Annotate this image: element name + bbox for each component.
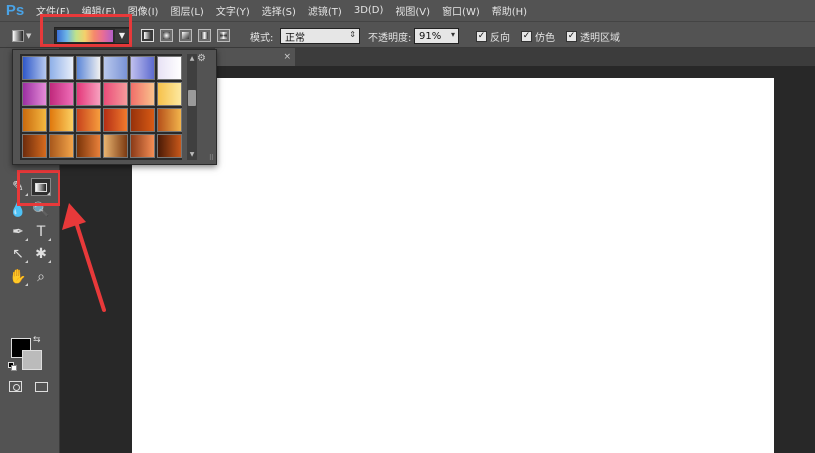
mode-label: 模式: [250,33,274,44]
gradient-preset-swatch[interactable] [157,82,182,106]
gradient-preset-swatch[interactable] [49,82,74,106]
menu-3d[interactable]: 3D(D) [348,5,390,16]
reverse-checkbox[interactable]: ✓ 反向 [476,29,510,44]
gradient-preset-swatch[interactable] [130,56,155,80]
transparency-label: 透明区域 [580,33,620,44]
opacity-label: 不透明度: [368,33,412,44]
gradient-preset-swatch[interactable] [130,82,155,106]
gradient-preset-swatch[interactable] [76,56,101,80]
gradient-preset-swatch[interactable] [49,134,74,158]
diamond-gradient-button[interactable] [217,29,230,42]
close-icon[interactable]: × [283,48,291,66]
zoom-tool[interactable]: ⌕ [31,268,51,286]
type-tool[interactable]: T [31,223,51,241]
gradient-preset-swatch[interactable] [22,108,47,132]
gear-icon[interactable]: ⚙ [197,53,206,64]
menu-window[interactable]: 窗口(W) [436,3,486,18]
gradient-preset-swatch[interactable] [130,134,155,158]
gradient-preset-swatch[interactable] [103,82,128,106]
document-canvas[interactable] [132,78,774,453]
highlight-box-tool [17,170,61,206]
gradient-preset-swatch[interactable] [22,56,47,80]
menu-view[interactable]: 视图(V) [389,3,436,18]
picker-scrollbar[interactable]: ▲ ▼ [187,54,197,160]
reflected-gradient-button[interactable] [198,29,211,42]
gradient-preset-swatch[interactable] [76,82,101,106]
gradient-preset-swatch[interactable] [130,108,155,132]
document-tab[interactable]: × [215,48,295,66]
angle-gradient-button[interactable] [179,29,192,42]
reverse-label: 反向 [490,33,510,44]
check-icon[interactable]: ✓ [566,31,577,42]
gradient-preset-swatch[interactable] [49,56,74,80]
resize-grip-icon[interactable]: ⠿ [209,154,214,162]
scroll-down-icon[interactable]: ▼ [187,150,197,160]
mode-value: 正常 [285,32,305,44]
transparency-checkbox[interactable]: ✓ 透明区域 [566,29,620,44]
shape-tool[interactable]: ✱ [31,245,51,263]
chevron-updown-icon: ⇕ [349,30,356,39]
tool-preset-picker[interactable]: ▼ [12,27,38,44]
gradient-preset-swatch[interactable] [76,134,101,158]
gradient-preset-swatch[interactable] [157,108,182,132]
menu-layer[interactable]: 图层(L) [164,3,209,18]
gradient-preset-swatch[interactable] [76,108,101,132]
default-colors-icon[interactable] [8,362,17,371]
screen-mode-icon[interactable] [35,382,48,392]
opacity-input[interactable]: 91% ▾ [414,28,459,44]
gradient-preset-swatch[interactable] [103,134,128,158]
menu-select[interactable]: 选择(S) [256,3,302,18]
scroll-thumb[interactable] [188,90,196,106]
menu-help[interactable]: 帮助(H) [486,3,533,18]
gradient-preset-swatch[interactable] [49,108,74,132]
photoshop-logo: Ps [5,2,25,19]
highlight-box-gradient [40,14,132,47]
dither-checkbox[interactable]: ✓ 仿色 [521,29,555,44]
gradient-preset-icon [12,29,24,42]
gradient-preset-swatch[interactable] [157,134,182,158]
linear-gradient-button[interactable] [141,29,154,42]
quick-mask-icon[interactable] [9,381,22,392]
opacity-value: 91% [419,30,442,42]
dither-label: 仿色 [535,33,555,44]
hand-tool[interactable]: ✋ [8,268,28,286]
menu-filter[interactable]: 滤镜(T) [302,3,348,18]
path-selection-tool[interactable]: ↖ [8,245,28,263]
menu-type[interactable]: 文字(Y) [210,3,256,18]
background-color-swatch[interactable] [22,350,42,370]
chevron-down-icon: ▾ [450,30,455,39]
pen-tool[interactable]: ✒ [8,223,28,241]
check-icon[interactable]: ✓ [476,31,487,42]
mode-select[interactable]: 正常 ⇕ [280,28,360,44]
radial-gradient-button[interactable] [160,29,173,42]
gradient-preset-swatch[interactable] [157,56,182,80]
chevron-down-icon: ▼ [26,31,32,40]
gradient-preset-swatch[interactable] [103,108,128,132]
scroll-up-icon[interactable]: ▲ [187,54,197,64]
gradient-preset-swatch[interactable] [22,134,47,158]
gradient-preset-picker: ▲ ▼ ⚙ ⠿ [12,49,217,165]
gradient-preset-swatch[interactable] [22,82,47,106]
gradient-preset-grid [20,54,182,160]
gradient-preset-swatch[interactable] [103,56,128,80]
swap-colors-icon[interactable]: ⇆ [33,335,41,345]
check-icon[interactable]: ✓ [521,31,532,42]
